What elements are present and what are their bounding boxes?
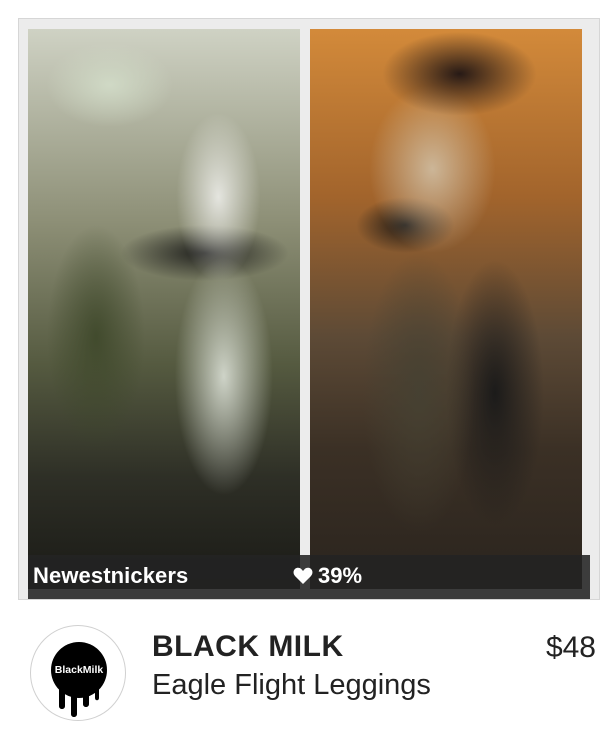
heart-icon [293, 567, 313, 585]
like-percent: 39% [318, 563, 363, 588]
like-stat[interactable]: 39% [293, 563, 362, 589]
product-photo-right [310, 29, 582, 589]
brand-logo-avatar[interactable]: BlackMilk [30, 625, 126, 721]
brand-name[interactable]: BLACK MILK [152, 630, 344, 664]
photo-caption-bar: Newestnickers 39% [28, 555, 590, 599]
product-image-card[interactable]: Newestnickers 39% [18, 18, 600, 600]
brand-logo-text: BlackMilk [55, 664, 104, 676]
product-price: $48 [545, 631, 596, 664]
product-name[interactable]: Eagle Flight Leggings [152, 669, 431, 702]
product-photo-left [28, 29, 300, 589]
username-label[interactable]: Newestnickers [33, 563, 188, 589]
product-info-row: BlackMilk BLACK MILK Eagle Flight Leggin… [0, 618, 615, 728]
